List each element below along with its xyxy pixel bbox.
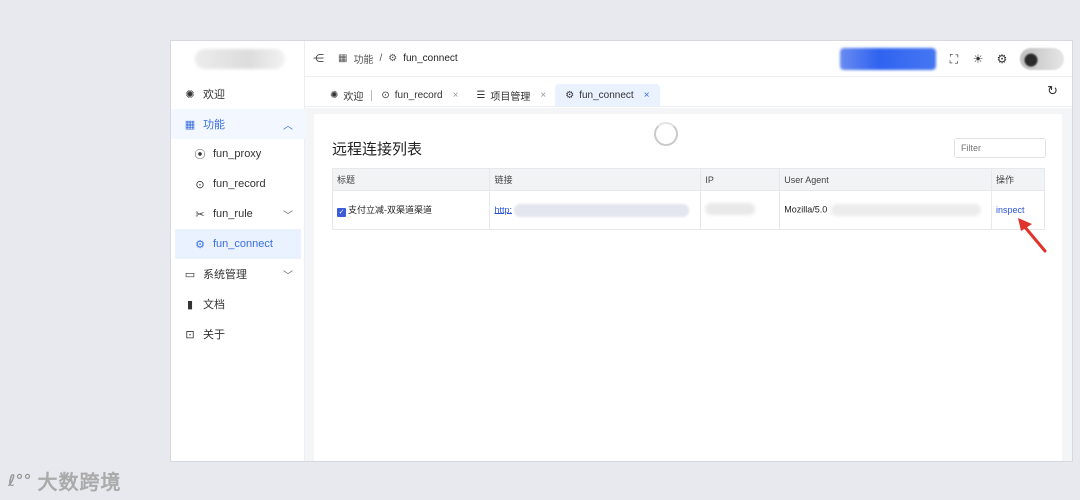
sidebar-item-label: 关于 — [203, 329, 225, 341]
tools-icon: ✂ — [195, 208, 205, 221]
close-icon[interactable]: × — [644, 90, 650, 101]
chevron-down-icon: ﹀ — [283, 270, 293, 282]
breadcrumb-separator: / — [379, 53, 383, 64]
tab-welcome[interactable]: ✺ 欢迎 — [321, 84, 373, 106]
redacted-user-info — [840, 48, 936, 70]
tab-project-management[interactable]: ☰ 项目管理 × — [467, 84, 555, 106]
sidebar-item-label: 文档 — [203, 299, 225, 311]
monitor-icon: ▭ — [184, 268, 196, 281]
avatar[interactable] — [1020, 48, 1064, 70]
chevron-down-icon: ﹀ — [283, 210, 293, 222]
user-agent-text: Mozilla/5.0 — [784, 204, 828, 215]
sidebar-item-label: 系统管理 — [203, 269, 247, 281]
gear-icon: ⚙ — [565, 89, 575, 101]
close-icon[interactable]: × — [453, 90, 459, 101]
row-title: 支付立减-双渠道渠道 — [348, 205, 432, 215]
sidebar-item-label: fun_connect — [213, 238, 273, 250]
cell-ip — [700, 190, 781, 230]
connection-table: 标题 链接 IP User Agent 操作 ✓ 支付立减-双渠道渠道 http: — [331, 168, 1045, 230]
sidebar-item-label: 欢迎 — [203, 89, 225, 101]
book-icon: ▮ — [186, 298, 194, 311]
sidebar-item-system[interactable]: ▭ 系统管理 ﹀ — [171, 259, 305, 289]
info-icon: ⊡ — [185, 328, 195, 341]
grid-icon: ▦ — [338, 53, 348, 64]
record-icon: ⊙ — [381, 89, 390, 101]
column-header-title: 标题 — [331, 168, 491, 191]
gear-icon: ⚙ — [195, 238, 205, 251]
column-header-user-agent: User Agent — [779, 168, 993, 191]
sidebar-item-label: 功能 — [203, 119, 225, 131]
tab-fun-record[interactable]: ⊙ fun_record × — [372, 84, 467, 106]
tab-label: 欢迎 — [343, 91, 364, 103]
column-header-link: 链接 — [489, 168, 702, 191]
tab-bar: ✺ 欢迎 ⊙ fun_record × ☰ 项目管理 × ⚙ fun_conne… — [305, 77, 1072, 107]
settings-gear-icon[interactable]: ⚙ — [992, 52, 1012, 66]
breadcrumb-item-functions[interactable]: 功能 — [353, 51, 373, 66]
redacted-link — [513, 203, 689, 217]
fullscreen-icon[interactable]: ⛶ — [944, 52, 964, 67]
watermark-logo-icon: ℓ°° — [8, 471, 32, 490]
tab-label: 项目管理 — [490, 91, 531, 103]
tab-fun-connect[interactable]: ⚙ fun_connect × — [555, 84, 660, 106]
sidebar-item-fun-connect[interactable]: ⚙ fun_connect — [175, 229, 301, 259]
watermark: ℓ°° 大数跨境 — [8, 466, 122, 495]
sidebar-item-functions[interactable]: ▦ 功能 ︿ — [171, 109, 305, 139]
sidebar-item-welcome[interactable]: ✺ 欢迎 — [171, 79, 305, 109]
breadcrumb-item-current: fun_connect — [403, 53, 458, 64]
gear-icon: ⚙ — [388, 53, 398, 64]
close-icon[interactable]: × — [540, 90, 546, 101]
chevron-up-icon: ︿ — [283, 120, 293, 132]
sidebar-item-fun-proxy[interactable]: ⦿ fun_proxy — [171, 139, 305, 169]
sidebar-item-fun-rule[interactable]: ✂ fun_rule ﹀ — [171, 199, 305, 229]
checkbox-checked-icon[interactable]: ✓ — [337, 208, 346, 217]
menu-fold-icon[interactable]: ⋲ — [313, 52, 324, 65]
refresh-icon[interactable]: ↻ — [1047, 83, 1058, 99]
red-arrow-annotation — [1018, 218, 1047, 253]
column-header-action: 操作 — [991, 168, 1045, 191]
column-header-ip: IP — [700, 168, 781, 191]
redacted-ip — [705, 203, 756, 215]
tab-label: fun_record — [394, 89, 443, 101]
broadcast-icon: ⦿ — [194, 149, 206, 161]
theme-sun-icon[interactable]: ☀ — [968, 52, 988, 66]
sidebar-item-about[interactable]: ⊡ 关于 — [171, 319, 305, 349]
cell-title: ✓ 支付立减-双渠道渠道 — [331, 190, 491, 230]
connection-link[interactable]: http: — [494, 204, 512, 214]
list-icon: ☰ — [476, 89, 486, 101]
welcome-icon: ✺ — [330, 89, 339, 101]
sidebar-item-label: fun_proxy — [213, 148, 262, 160]
sidebar-item-label: fun_rule — [213, 208, 253, 220]
record-icon: ⊙ — [195, 178, 205, 191]
sidebar: ✺ 欢迎 ▦ 功能 ︿ ⦿ fun_proxy ⊙ fun_record ✂ f… — [171, 41, 305, 461]
content-card: 远程连接列表 标题 链接 IP User Agent 操作 ✓支 — [314, 114, 1062, 461]
filter-input[interactable] — [954, 138, 1046, 158]
breadcrumb: ▦ 功能 / ⚙ fun_connect — [338, 51, 458, 66]
table-row: ✓ 支付立减-双渠道渠道 http: Mozilla/5.0 inspect — [331, 190, 1045, 230]
cell-user-agent: Mozilla/5.0 — [779, 190, 993, 230]
table-header-row: 标题 链接 IP User Agent 操作 — [331, 168, 1045, 191]
page-title: 远程连接列表 — [332, 141, 423, 158]
loading-spinner-icon — [654, 122, 678, 146]
welcome-icon: ✺ — [185, 88, 195, 101]
cell-link: http: — [489, 190, 702, 230]
tab-label: fun_connect — [579, 89, 634, 101]
main-content: 远程连接列表 标题 链接 IP User Agent 操作 ✓支 — [305, 108, 1072, 461]
header-actions: ⛶ ☀ ⚙ — [840, 41, 1072, 77]
watermark-text: 大数跨境 — [37, 472, 122, 494]
app-window: ✺ 欢迎 ▦ 功能 ︿ ⦿ fun_proxy ⊙ fun_record ✂ f… — [170, 40, 1073, 462]
redacted-user-agent — [831, 204, 982, 216]
sidebar-item-label: fun_record — [213, 178, 266, 190]
sidebar-item-docs[interactable]: ▮ 文档 — [171, 289, 305, 319]
app-logo — [195, 49, 285, 69]
grid-icon: ▦ — [184, 118, 196, 131]
sidebar-item-fun-record[interactable]: ⊙ fun_record — [171, 169, 305, 199]
sidebar-menu: ✺ 欢迎 ▦ 功能 ︿ ⦿ fun_proxy ⊙ fun_record ✂ f… — [171, 79, 305, 349]
top-header: ⋲ ▦ 功能 / ⚙ fun_connect ⛶ ☀ ⚙ — [305, 41, 1072, 77]
